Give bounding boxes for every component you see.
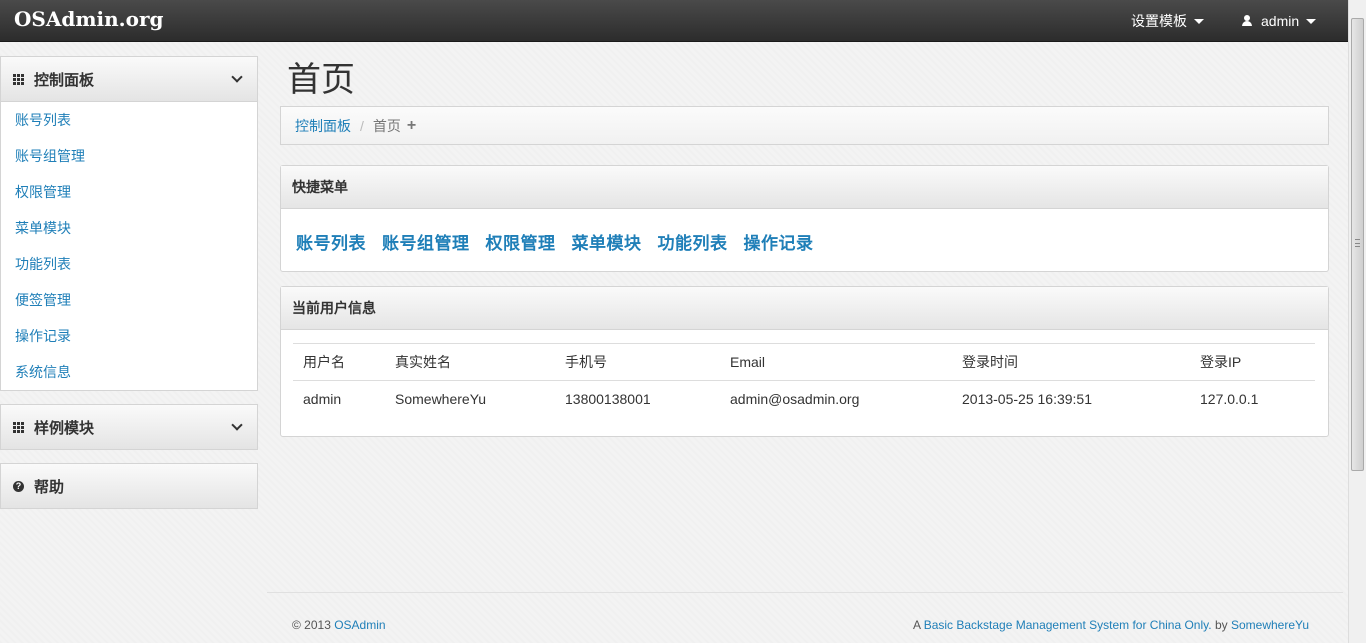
- quick-link-permissions[interactable]: 权限管理: [486, 229, 556, 254]
- top-navbar: OSAdmin.org 设置模板 admin: [0, 0, 1348, 42]
- sidebar-item-operation-log[interactable]: 操作记录: [1, 318, 257, 354]
- sidebar-sample-module: 样例模块: [0, 404, 258, 450]
- breadcrumb-parent-link[interactable]: 控制面板: [295, 116, 351, 136]
- footer-divider: [267, 592, 1343, 593]
- grid-icon: [13, 73, 24, 85]
- sidebar-item-system-info[interactable]: 系统信息: [1, 354, 257, 390]
- user-info-panel: 当前用户信息 用户名 真实姓名 手机号 Email 登录时间 登录IP admi…: [280, 286, 1329, 437]
- cell-real-name: SomewhereYu: [385, 380, 555, 418]
- footer-site-link[interactable]: OSAdmin: [334, 618, 385, 632]
- footer-copyright: © 2013 OSAdmin: [292, 618, 386, 632]
- user-menu-label: admin: [1261, 13, 1300, 29]
- column-header: 用户名: [293, 343, 385, 381]
- tagline-prefix: A: [913, 618, 921, 632]
- sidebar-section-title: 帮助: [34, 478, 65, 496]
- sidebar-section-title: 样例模块: [34, 419, 95, 437]
- sidebar-item-function-list[interactable]: 功能列表: [1, 246, 257, 282]
- cell-login-ip: 127.0.0.1: [1190, 380, 1315, 418]
- quick-link-account-list[interactable]: 账号列表: [296, 229, 366, 254]
- sidebar-item-notes[interactable]: 便签管理: [1, 282, 257, 318]
- cell-email: admin@osadmin.org: [720, 380, 952, 418]
- template-menu-dropdown[interactable]: 设置模板: [1131, 0, 1204, 42]
- quick-link-menu-modules[interactable]: 菜单模块: [572, 229, 642, 254]
- sidebar-item-account-groups[interactable]: 账号组管理: [1, 138, 257, 174]
- question-icon: ?: [13, 480, 24, 492]
- cell-username: admin: [293, 380, 385, 418]
- column-header: 登录时间: [952, 343, 1190, 381]
- sidebar-control-panel: 控制面板 账号列表 账号组管理 权限管理 菜单模块 功能列表 便签管理 操作记录…: [0, 56, 258, 391]
- sidebar-sample-module-header[interactable]: 样例模块: [1, 405, 257, 449]
- user-icon: [1241, 15, 1253, 27]
- brand-logo[interactable]: OSAdmin.org: [14, 7, 164, 31]
- breadcrumb: 控制面板 / 首页 +: [280, 106, 1329, 145]
- quick-link-account-groups[interactable]: 账号组管理: [382, 229, 470, 254]
- table-header-row: 用户名 真实姓名 手机号 Email 登录时间 登录IP: [293, 343, 1315, 381]
- user-info-title: 当前用户信息: [281, 287, 1328, 330]
- user-menu-dropdown[interactable]: admin: [1241, 0, 1317, 42]
- column-header: 登录IP: [1190, 343, 1315, 381]
- breadcrumb-current: 首页: [372, 117, 401, 134]
- page-scrollbar[interactable]: [1348, 0, 1366, 643]
- copyright-text: © 2013: [292, 618, 331, 632]
- sidebar-menu-list: 账号列表 账号组管理 权限管理 菜单模块 功能列表 便签管理 操作记录 系统信息: [1, 101, 257, 390]
- cell-login-time: 2013-05-25 16:39:51: [952, 380, 1190, 418]
- scrollbar-thumb[interactable]: [1351, 18, 1364, 471]
- sidebar-help-header[interactable]: ? 帮助: [1, 464, 257, 508]
- quick-link-operation-log[interactable]: 操作记录: [744, 229, 814, 254]
- column-header: 真实姓名: [385, 343, 555, 381]
- footer-author-link[interactable]: SomewhereYu: [1231, 618, 1309, 632]
- sidebar-item-permissions[interactable]: 权限管理: [1, 174, 257, 210]
- caret-down-icon: [1194, 18, 1204, 24]
- footer-tagline: A Basic Backstage Management System for …: [913, 618, 1309, 632]
- quick-menu-title: 快捷菜单: [281, 166, 1328, 209]
- sidebar-control-panel-header[interactable]: 控制面板: [1, 57, 257, 101]
- cell-phone: 13800138001: [555, 380, 720, 418]
- quick-link-function-list[interactable]: 功能列表: [658, 229, 728, 254]
- quick-menu-links: 账号列表 账号组管理 权限管理 菜单模块 功能列表 操作记录: [281, 209, 1328, 254]
- footer-tagline-link[interactable]: Basic Backstage Management System for Ch…: [924, 618, 1212, 632]
- scrollbar-grip-icon: [1355, 239, 1360, 247]
- tagline-by: by: [1214, 618, 1228, 632]
- sidebar-help: ? 帮助: [0, 463, 258, 509]
- template-menu-label: 设置模板: [1131, 13, 1187, 29]
- table-row: admin SomewhereYu 13800138001 admin@osad…: [293, 380, 1315, 418]
- breadcrumb-separator: /: [360, 117, 364, 134]
- grid-icon: [13, 421, 24, 433]
- caret-down-icon: [1306, 18, 1317, 24]
- page-title: 首页: [287, 60, 355, 100]
- column-header: Email: [720, 343, 952, 381]
- plus-icon[interactable]: +: [407, 117, 416, 135]
- chevron-down-icon: [231, 71, 243, 83]
- sidebar-item-menu-modules[interactable]: 菜单模块: [1, 210, 257, 246]
- chevron-down-icon: [231, 419, 243, 431]
- sidebar-item-account-list[interactable]: 账号列表: [1, 102, 257, 138]
- sidebar-section-title: 控制面板: [34, 71, 95, 89]
- quick-menu-panel: 快捷菜单 账号列表 账号组管理 权限管理 菜单模块 功能列表 操作记录: [280, 165, 1329, 272]
- column-header: 手机号: [555, 343, 720, 381]
- user-info-table: 用户名 真实姓名 手机号 Email 登录时间 登录IP admin Somew…: [293, 343, 1315, 418]
